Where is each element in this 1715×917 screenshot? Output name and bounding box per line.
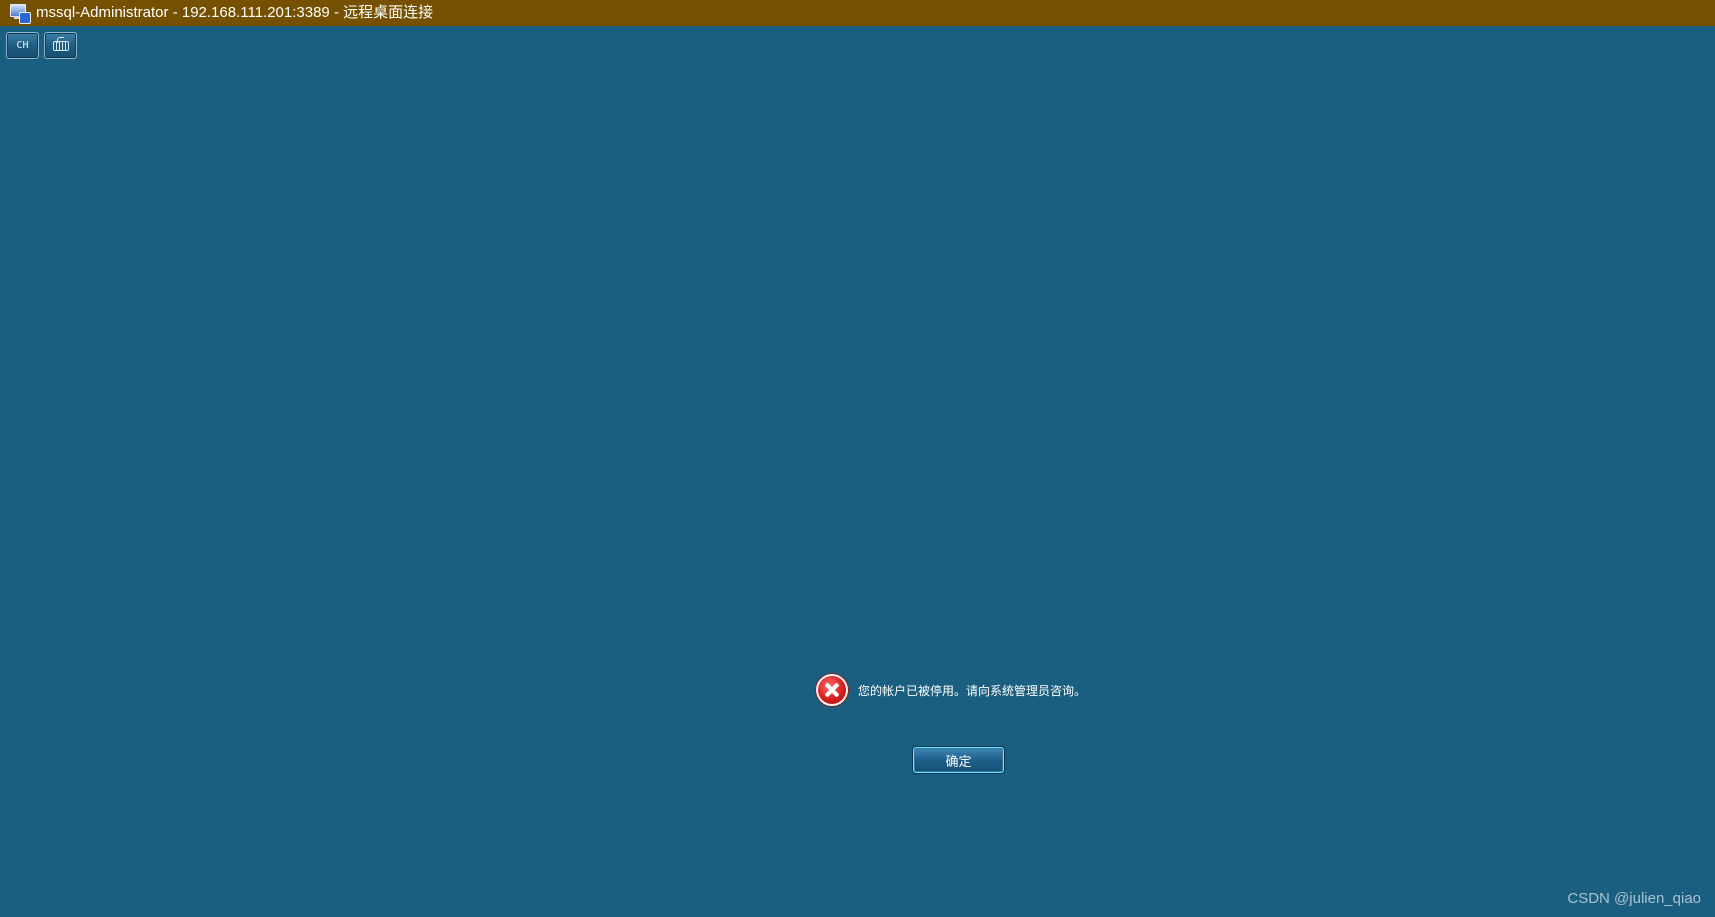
window-title: mssql-Administrator - 192.168.111.201:33…	[36, 4, 434, 21]
keyboard-icon	[52, 36, 69, 51]
on-screen-keyboard-button[interactable]	[44, 32, 77, 59]
remote-desktop-icon	[8, 3, 31, 24]
error-icon	[816, 674, 848, 706]
language-bar: CH	[6, 32, 77, 59]
error-message-row: 您的帐户已被停用。请向系统管理员咨询。	[816, 674, 1086, 706]
language-button[interactable]: CH	[6, 32, 39, 59]
window-titlebar[interactable]: mssql-Administrator - 192.168.111.201:33…	[0, 0, 1715, 26]
error-message: 您的帐户已被停用。请向系统管理员咨询。	[858, 683, 1087, 698]
watermark: CSDN @julien_qiao	[1567, 890, 1701, 907]
remote-desktop-screen	[0, 26, 1715, 917]
ok-button[interactable]: 确定	[913, 747, 1004, 773]
